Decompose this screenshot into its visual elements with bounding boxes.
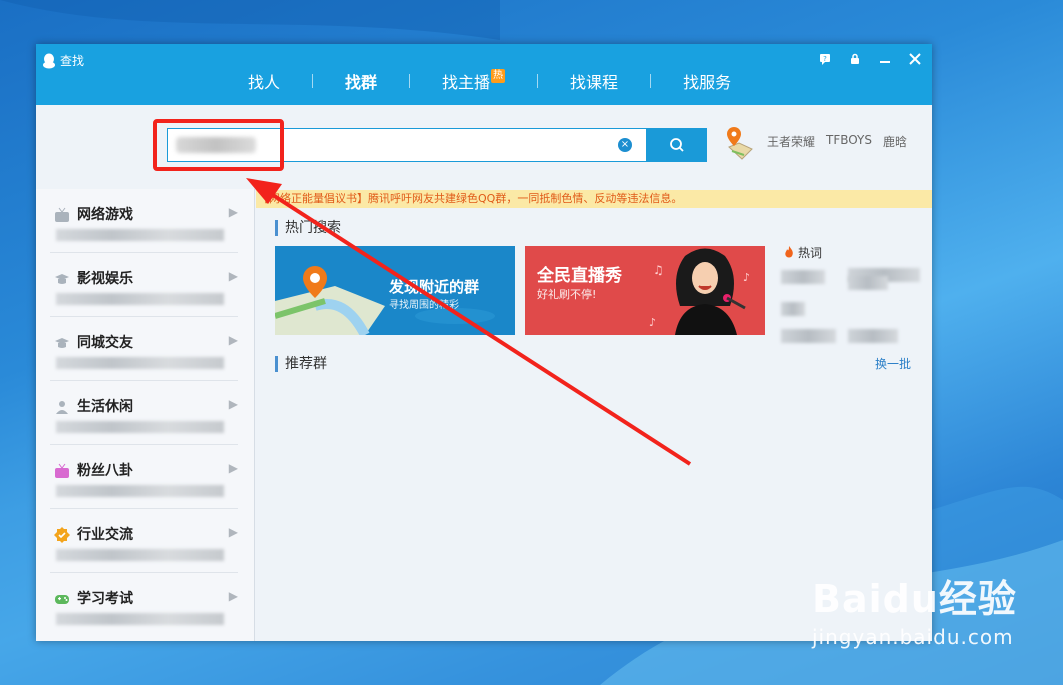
watermark-brand: Baidu经验 <box>812 577 1017 621</box>
baidu-jingyan-watermark: Baidu经验 jingyan.baidu.com <box>812 568 1017 649</box>
watermark-url: jingyan.baidu.com <box>812 625 1014 649</box>
